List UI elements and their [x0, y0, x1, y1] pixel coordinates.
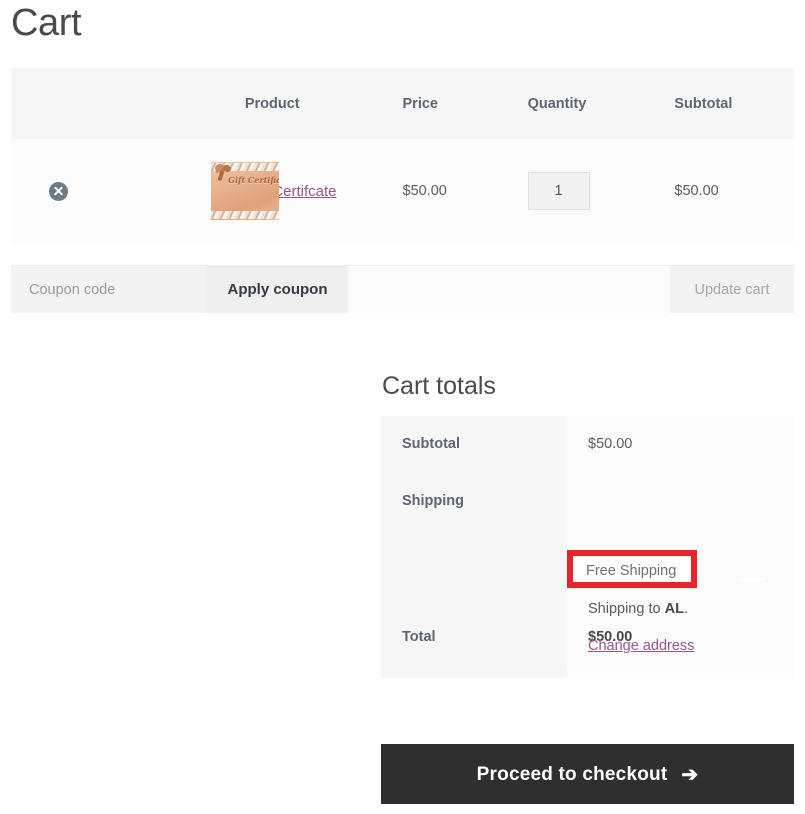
shipping-to-state: AL — [664, 601, 684, 617]
ribbon-bottom-decoration — [211, 211, 280, 219]
cell-remove — [11, 139, 87, 243]
subtotal-label: Subtotal — [381, 416, 567, 473]
column-header-thumbnail — [87, 68, 245, 139]
cell-quantity — [527, 139, 675, 243]
cell-price: $50.00 — [402, 183, 447, 199]
quantity-input[interactable] — [527, 172, 590, 210]
cart-table-header-row: Product Price Quantity Subtotal — [11, 68, 794, 139]
product-thumbnail[interactable]: Gift Certificate — [211, 162, 280, 220]
shipping-value-cell: Free Shipping Shipping to AL. Change add… — [567, 473, 794, 654]
cell-subtotal: $50.00 — [674, 183, 719, 199]
shipping-divider — [740, 578, 766, 581]
subtotal-value: $50.00 — [567, 416, 794, 473]
coupon-code-input[interactable] — [11, 266, 207, 313]
arrow-right-icon: ➔ — [681, 763, 699, 786]
column-header-product: Product — [244, 95, 300, 112]
apply-coupon-button[interactable]: Apply coupon — [207, 266, 348, 313]
column-header-price: Price — [402, 95, 438, 112]
table-row: Gift Certificate Gift Certifcate $50.00 … — [11, 139, 794, 243]
proceed-to-checkout-button[interactable]: Proceed to checkout ➔ — [381, 744, 794, 804]
checkout-button-label: Proceed to checkout — [476, 763, 668, 785]
column-header-subtotal: Subtotal — [674, 95, 733, 112]
shipping-method-highlight[interactable]: Free Shipping — [567, 550, 697, 588]
column-header-remove — [11, 68, 87, 139]
change-address-link[interactable]: Change address — [588, 637, 694, 655]
cart-actions-row: Apply coupon Update cart — [11, 265, 794, 313]
shipping-destination-text: Shipping to AL. — [588, 600, 688, 618]
column-header-quantity: Quantity — [527, 95, 587, 112]
spacer-label — [381, 664, 567, 678]
spacer-value — [567, 664, 794, 678]
shipping-label: Shipping — [381, 473, 567, 611]
shipping-to-suffix: . — [683, 601, 688, 617]
cart-table-body: Gift Certificate Gift Certifcate $50.00 … — [11, 139, 794, 243]
totals-row-subtotal: Subtotal $50.00 — [381, 416, 794, 473]
totals-row-spacer — [381, 664, 794, 678]
shipping-method-label: Free Shipping — [586, 563, 677, 579]
remove-circle-icon[interactable] — [49, 181, 68, 201]
totals-row-shipping: Shipping Free Shipping Shipping to AL. C… — [381, 473, 794, 654]
cart-table: Product Price Quantity Subtotal Gift Cer… — [11, 68, 794, 243]
update-cart-button[interactable]: Update cart — [670, 266, 794, 313]
cart-totals-body: Subtotal $50.00 Shipping Free Shipping S… — [381, 416, 794, 678]
page-title: Cart — [11, 2, 82, 44]
thumbnail-caption: Gift Certificate — [228, 175, 279, 185]
cart-totals-heading: Cart totals — [382, 372, 496, 400]
shipping-details: Free Shipping Shipping to AL. Change add… — [567, 473, 794, 654]
cart-totals-table: Subtotal $50.00 Shipping Free Shipping S… — [381, 416, 794, 678]
cell-thumbnail: Gift Certificate — [87, 139, 280, 243]
shipping-to-prefix: Shipping to — [588, 601, 665, 617]
cart-table-head: Product Price Quantity Subtotal — [11, 68, 794, 139]
total-label: Total — [381, 611, 567, 664]
